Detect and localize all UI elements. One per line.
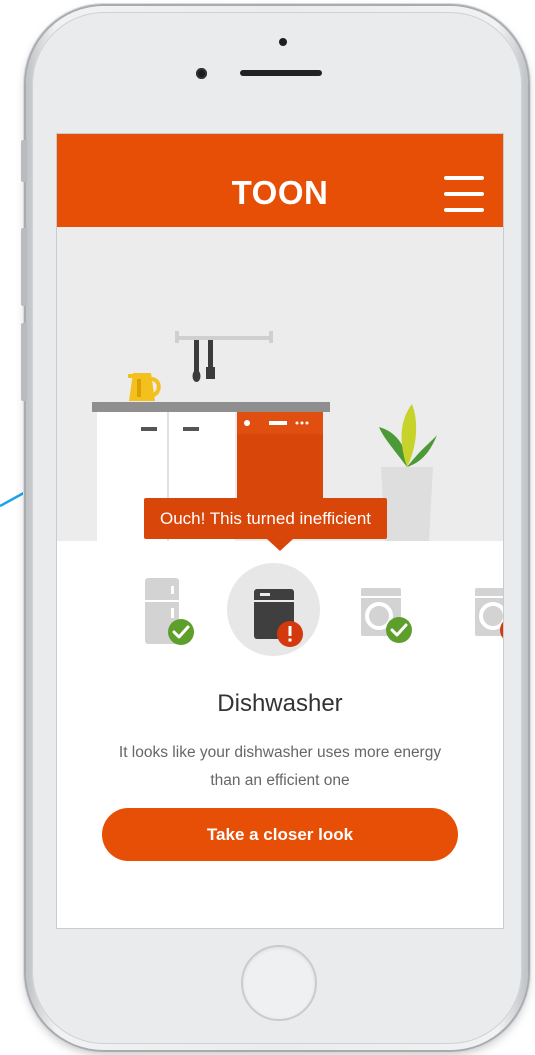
earpiece-speaker [240, 70, 322, 76]
spoon-icon [194, 340, 199, 374]
app-header: TOON [57, 134, 503, 227]
brand-logo: TOON [231, 174, 329, 211]
front-camera [196, 68, 207, 79]
app-screen: TOON Ouch! This turned inefficient Dishw… [57, 134, 503, 928]
home-button[interactable] [241, 945, 317, 1021]
dishwasher-illustration [237, 412, 323, 498]
volume-down-button [21, 323, 27, 401]
appliance-dryer[interactable] [471, 584, 503, 648]
check-icon [168, 619, 194, 645]
mute-switch [21, 140, 27, 182]
plant-icon [379, 404, 437, 541]
volume-up-button [21, 228, 27, 306]
check-icon [386, 617, 412, 643]
dryer-icon [475, 588, 503, 636]
kitchen-illustration [57, 227, 503, 541]
tooltip-arrow [267, 539, 293, 551]
kitchen-scene [92, 331, 437, 541]
appliance-washing-machine[interactable] [357, 584, 417, 648]
appliance-dishwasher[interactable] [250, 586, 310, 650]
kettle-icon [128, 373, 161, 401]
inefficiency-tooltip: Ouch! This turned inefficient [144, 498, 387, 539]
appliance-fridge[interactable] [141, 574, 201, 648]
appliance-title: Dishwasher [217, 690, 343, 717]
sensor-dot [279, 38, 287, 46]
exclamation-icon [277, 621, 303, 647]
appliance-description: It looks like your dishwasher uses more … [118, 744, 442, 789]
hamburger-menu-icon[interactable] [442, 176, 486, 212]
take-closer-look-button[interactable]: Take a closer look [102, 808, 458, 861]
